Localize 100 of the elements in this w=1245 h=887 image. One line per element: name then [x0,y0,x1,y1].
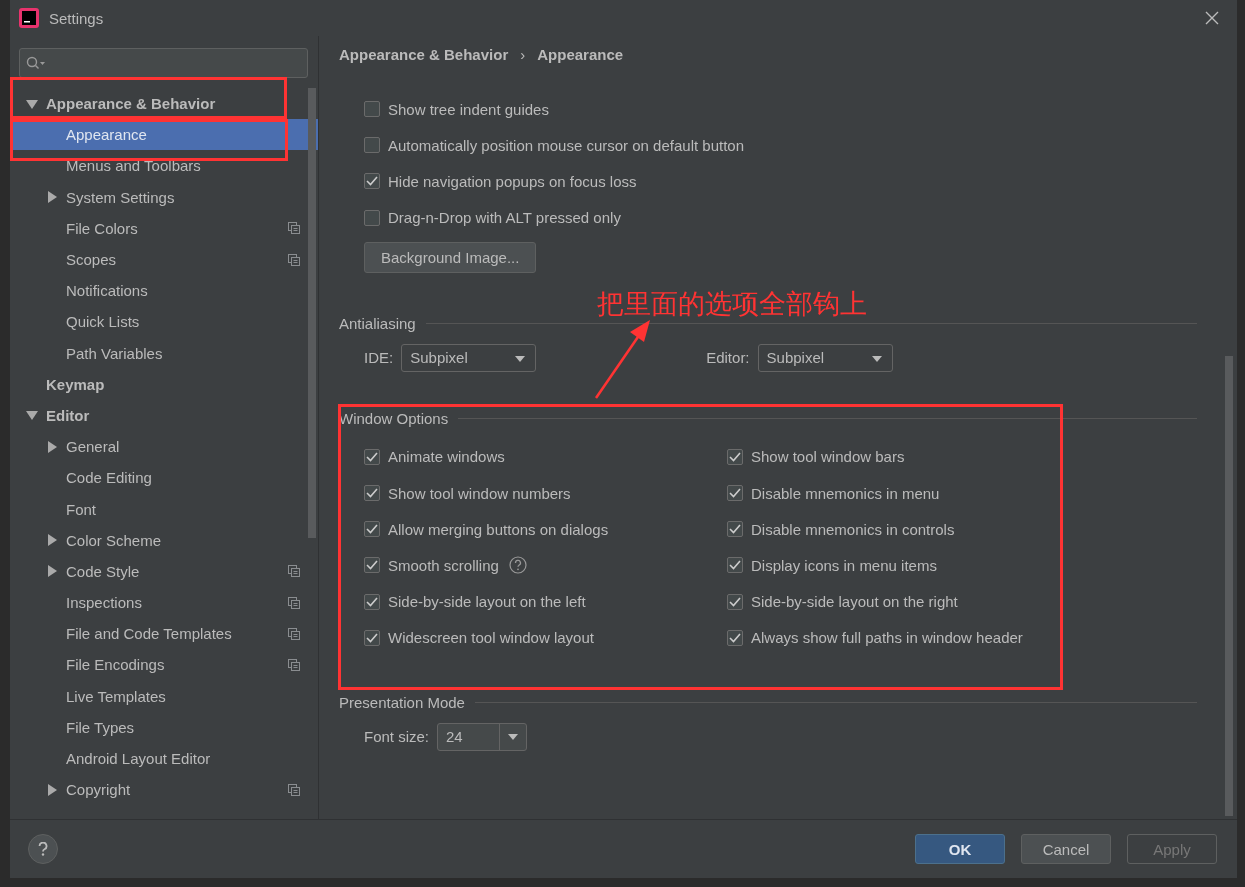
tree-item[interactable]: File Encodings [10,649,318,681]
breadcrumb-item[interactable]: Appearance & Behavior [339,46,509,63]
tree-item[interactable]: Editor [10,399,318,432]
tree-item[interactable]: Android Layout Editor [10,742,318,775]
checkbox[interactable] [727,521,743,538]
section-title: Presentation Mode [339,693,465,711]
checkbox-label: Hide navigation popups on focus loss [388,172,637,190]
tree-item[interactable]: System Settings [10,181,318,213]
font-size-combo[interactable]: 24 [437,722,528,751]
tree-label: Quick Lists [66,313,140,331]
tree-item[interactable]: General [10,431,318,463]
breadcrumb-item[interactable]: Appearance [537,46,624,63]
dropdown-arrow-icon [508,733,519,740]
help-icon[interactable] [508,556,527,575]
tree-item[interactable]: Code Style [10,555,318,587]
tree-label: Copyright [66,781,131,799]
checkbox-label: Show tree indent guides [388,100,549,118]
field-label: Font size: [364,728,430,746]
dialog-button[interactable]: Cancel [1021,834,1111,864]
tree-label: Scopes [66,251,117,269]
tree-item[interactable]: File Types [10,711,318,743]
expander-icon[interactable] [46,191,58,204]
checkbox[interactable] [364,173,380,190]
tree-item[interactable]: Live Templates [10,680,318,712]
tree-label: Appearance [66,126,147,144]
tree-label: General [66,438,120,456]
scrollbar[interactable] [308,88,316,538]
tree-item[interactable]: Scopes [10,243,318,276]
tree-label: Editor [46,406,90,424]
search-field[interactable] [19,48,308,78]
scrollbar[interactable] [1225,356,1233,816]
checkbox[interactable] [364,448,380,465]
checkbox-label: Disable mnemonics in menu [751,484,940,502]
checkbox[interactable] [727,629,743,646]
tree-label: Inspections [66,594,142,612]
dialog-button[interactable]: OK [915,834,1005,864]
tree-label: Menus and Toolbars [66,157,201,175]
section-title: Antialiasing [339,314,416,332]
tree-label: System Settings [66,188,175,206]
app-logo-icon [19,8,39,28]
expander-icon[interactable] [26,409,38,422]
checkbox-label: Display icons in menu items [751,556,937,574]
checkbox[interactable] [364,629,380,646]
checkbox[interactable] [364,593,380,610]
checkbox[interactable] [364,137,380,154]
expander-icon[interactable] [26,97,38,110]
tree-label: Font [66,500,96,518]
tree-item[interactable]: Code Editing [10,462,318,494]
expander-icon[interactable] [46,783,58,796]
expander-icon[interactable] [46,440,58,453]
checkbox[interactable] [364,521,380,538]
tree-item[interactable]: Copyright [10,774,318,806]
background-image-button[interactable]: Background Image... [364,241,537,273]
checkbox-label: Side-by-side layout on the right [751,593,958,611]
tree-item[interactable]: Quick Lists [10,306,318,338]
checkbox-label: Smooth scrolling [388,556,499,574]
section-title: Window Options [339,409,449,427]
checkbox[interactable] [727,485,743,502]
checkbox[interactable] [727,593,743,610]
tree-item[interactable]: Font [10,493,318,525]
tree-label: Color Scheme [66,531,162,549]
checkbox-label: Always show full paths in window header [751,629,1023,647]
tree-label: File Colors [66,219,138,237]
checkbox-label: Allow merging buttons on dialogs [388,520,609,538]
question-mark-icon [38,842,48,856]
tree-label: File Encodings [66,656,165,674]
tree-item[interactable]: Menus and Toolbars [10,150,318,182]
tree-item[interactable]: Notifications [10,275,318,307]
tree-item[interactable]: Keymap [10,368,318,400]
checkbox[interactable] [364,209,380,226]
breadcrumb-separator: › [520,46,526,63]
tree-label: Path Variables [66,344,163,362]
checkbox-label: Side-by-side layout on the left [388,593,586,611]
tree-label: Android Layout Editor [66,750,211,768]
dropdown[interactable]: Subpixel [757,343,893,372]
field-label: Editor: [706,349,750,367]
tree-item[interactable]: Inspections [10,587,318,619]
help-button[interactable] [28,834,58,864]
tree-item[interactable]: Appearance & Behavior [10,88,318,120]
dropdown[interactable]: Subpixel [401,343,537,372]
annotation-text: 把里面的选项全部钩上 [597,287,867,321]
tree-label: Keymap [46,375,105,393]
tree-item[interactable]: File and Code Templates [10,618,318,650]
tree-label: Appearance & Behavior [46,95,216,113]
expander-icon[interactable] [46,565,58,578]
dropdown-arrow-icon [515,355,526,362]
field-label: IDE: [364,349,394,367]
close-icon[interactable] [1205,11,1219,25]
tree-item[interactable]: Path Variables [10,337,318,369]
checkbox[interactable] [364,485,380,502]
checkbox[interactable] [364,101,380,118]
checkbox[interactable] [727,448,743,465]
tree-label: Notifications [66,282,148,300]
checkbox[interactable] [727,557,743,574]
tree-label: Code Style [66,562,140,580]
tree-item[interactable]: Color Scheme [10,524,318,556]
expander-icon[interactable] [46,534,58,547]
tree-item[interactable]: File Colors [10,212,318,244]
checkbox[interactable] [364,557,380,574]
window-title: Settings [49,9,104,27]
